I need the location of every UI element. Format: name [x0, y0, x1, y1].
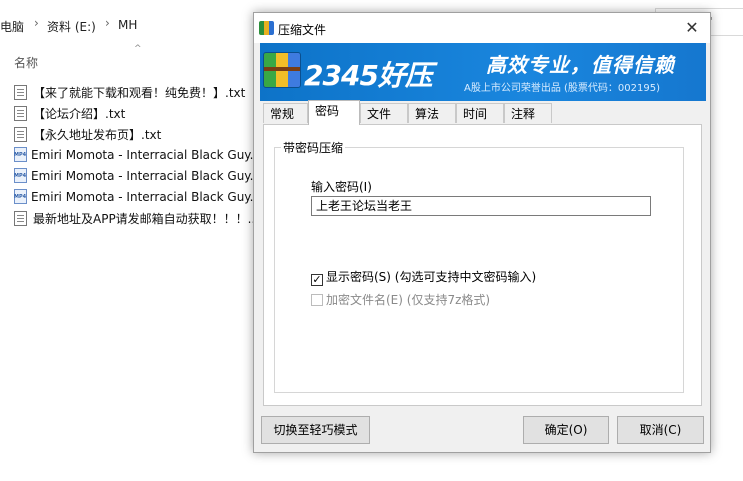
sort-up-icon: ^: [134, 44, 142, 54]
tab-password[interactable]: 密码: [308, 100, 360, 125]
ok-button[interactable]: 确定(O): [523, 416, 609, 444]
file-name: Emiri Momota - Interracial Black Guy...: [31, 169, 262, 183]
breadcrumb-item-drive[interactable]: 资料 (E:): [47, 18, 96, 35]
file-name: Emiri Momota - Interracial Black Guy...: [31, 190, 262, 204]
banner-slogan: 高效专业，值得信赖: [486, 53, 675, 77]
mp4-file-icon: [14, 147, 27, 162]
show-password-checkbox[interactable]: ✓: [311, 274, 323, 286]
column-header-name[interactable]: 名称: [14, 54, 38, 71]
encrypt-names-checkbox: [311, 294, 323, 306]
dialog-title: 压缩文件: [278, 23, 327, 37]
tab-algorithm[interactable]: 算法: [408, 103, 456, 123]
password-label: 输入密码(I): [311, 180, 372, 194]
chevron-right-icon: ›: [105, 16, 110, 30]
file-list-item[interactable]: 【永久地址发布页】.txt: [14, 126, 264, 146]
breadcrumb-item-pc[interactable]: 电脑: [0, 18, 24, 35]
txt-file-icon: [14, 106, 27, 121]
txt-file-icon: [14, 127, 27, 142]
banner-subtitle: A股上市公司荣誉出品 (股票代码：002195): [464, 83, 660, 94]
txt-file-icon: [14, 211, 27, 226]
simple-mode-button[interactable]: 切换至轻巧模式: [261, 416, 370, 444]
breadcrumb-item-folder[interactable]: MH: [118, 18, 137, 32]
archive-logo-icon: [263, 52, 301, 88]
group-title: 带密码压缩: [281, 139, 346, 156]
file-list-item[interactable]: 最新地址及APP请发邮箱自动获取！！！...: [14, 210, 264, 230]
brand-banner: 2345好压 高效专业，值得信赖 A股上市公司荣誉出品 (股票代码：002195…: [260, 43, 706, 101]
cancel-button[interactable]: 取消(C): [617, 416, 704, 444]
password-tab-panel: 带密码压缩 输入密码(I) 上老王论坛当老王 ✓ 显示密码(S) (勾选可支持中文…: [263, 124, 702, 406]
file-list-item[interactable]: 【论坛介绍】.txt: [14, 105, 264, 125]
file-name: 【永久地址发布页】.txt: [33, 128, 162, 142]
tab-comment[interactable]: 注释: [504, 103, 552, 123]
banner-brand: 2345好压: [304, 59, 433, 92]
show-password-option[interactable]: ✓ 显示密码(S) (勾选可支持中文密码输入): [311, 268, 536, 286]
tab-time[interactable]: 时间: [456, 103, 504, 123]
chevron-right-icon: ›: [34, 16, 39, 30]
tab-files[interactable]: 文件: [360, 103, 408, 123]
dialog-titlebar[interactable]: 压缩文件 ✕: [254, 13, 710, 43]
close-button[interactable]: ✕: [674, 13, 710, 43]
show-password-label: 显示密码(S) (勾选可支持中文密码输入): [326, 270, 537, 284]
encrypt-names-label: 加密文件名(E) (仅支持7z格式): [326, 293, 491, 307]
archive-app-icon: [259, 21, 274, 35]
file-list-item[interactable]: Emiri Momota - Interracial Black Guy...: [14, 189, 264, 209]
file-list-item[interactable]: Emiri Momota - Interracial Black Guy...: [14, 147, 264, 167]
compress-dialog: 压缩文件 ✕ 2345好压 高效专业，值得信赖 A股上市公司荣誉出品 (股票代码…: [253, 12, 711, 453]
encrypt-names-option: 加密文件名(E) (仅支持7z格式): [311, 291, 490, 308]
tab-general[interactable]: 常规: [263, 103, 308, 123]
file-name: Emiri Momota - Interracial Black Guy...: [31, 148, 262, 162]
file-list-item[interactable]: Emiri Momota - Interracial Black Guy...: [14, 168, 264, 188]
file-name: 【论坛介绍】.txt: [33, 107, 126, 121]
file-name: 【来了就能下载和观看！纯免费！】.txt: [33, 86, 246, 100]
mp4-file-icon: [14, 189, 27, 204]
mp4-file-icon: [14, 168, 27, 183]
txt-file-icon: [14, 85, 27, 100]
password-group: 带密码压缩 输入密码(I) 上老王论坛当老王 ✓ 显示密码(S) (勾选可支持中文…: [274, 139, 684, 393]
file-name: 最新地址及APP请发邮箱自动获取！！！...: [33, 212, 260, 226]
file-list-item[interactable]: 【来了就能下载和观看！纯免费！】.txt: [14, 84, 264, 104]
password-input[interactable]: 上老王论坛当老王: [311, 196, 651, 216]
